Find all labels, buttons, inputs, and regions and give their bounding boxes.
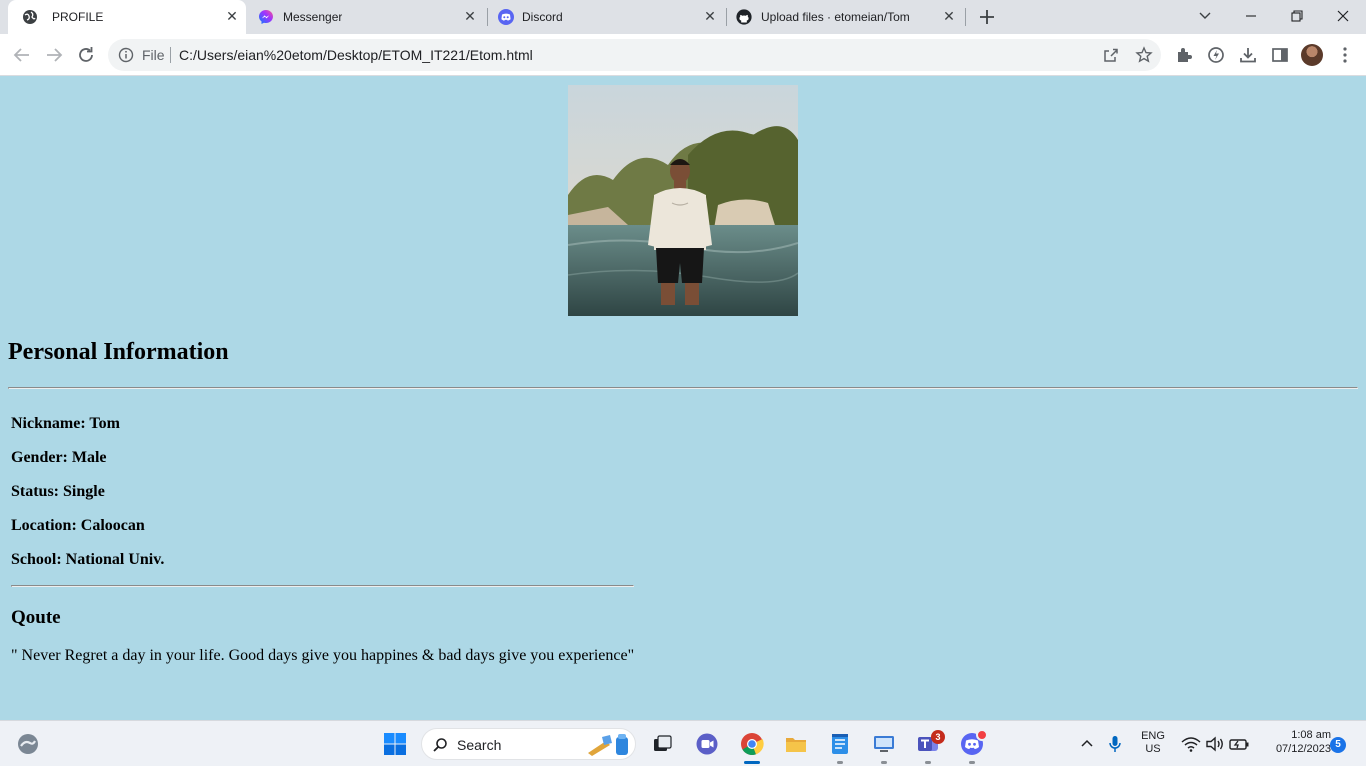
- search-icon: [433, 738, 447, 752]
- clock[interactable]: 1:08 am 07/12/2023: [1255, 729, 1331, 755]
- quote-text: " Never Regret a day in your life. Good …: [11, 647, 635, 664]
- close-tab-icon[interactable]: ✕: [224, 8, 240, 24]
- remote-desktop-icon[interactable]: [872, 732, 896, 756]
- profile-photo: [568, 85, 798, 316]
- download-icon[interactable]: [1237, 44, 1259, 66]
- side-panel-icon[interactable]: [1269, 44, 1291, 66]
- active-app-indicator: [744, 761, 760, 764]
- tab-discord[interactable]: Discord ✕: [488, 0, 726, 34]
- divider: [8, 387, 1358, 389]
- discord-alert-dot: [976, 729, 988, 741]
- running-app-indicator: [925, 761, 931, 764]
- tab-title: PROFILE: [52, 10, 104, 24]
- taskbar-search[interactable]: Search: [421, 728, 636, 760]
- tab-title: Messenger: [283, 10, 343, 24]
- back-arrow-icon[interactable]: [11, 44, 33, 66]
- info-status: Status: Single: [11, 483, 105, 500]
- tab-separator: [965, 8, 966, 26]
- running-app-indicator: [969, 761, 975, 764]
- forward-arrow-icon[interactable]: [43, 44, 65, 66]
- microphone-icon[interactable]: [1103, 732, 1127, 756]
- battery-icon[interactable]: [1227, 732, 1251, 756]
- extensions-puzzle-icon[interactable]: [1173, 44, 1195, 66]
- chrome-icon[interactable]: [740, 732, 764, 756]
- search-highlight-icon: [588, 734, 628, 756]
- running-app-indicator: [837, 761, 843, 764]
- meet-chat-icon[interactable]: [695, 732, 719, 756]
- bookmark-star-icon[interactable]: [1135, 46, 1153, 64]
- tab-profile[interactable]: PROFILE ✕: [8, 0, 246, 34]
- clock-time: 1:08 am: [1291, 729, 1331, 741]
- divider: [11, 585, 634, 587]
- tab-search-chevron-icon[interactable]: [1193, 4, 1217, 28]
- scheme-label: File: [142, 47, 165, 63]
- file-explorer-icon[interactable]: [784, 732, 808, 756]
- minimize-icon[interactable]: [1239, 4, 1263, 28]
- search-label: Search: [457, 737, 502, 753]
- globe-icon: [23, 10, 37, 24]
- quote-heading: Qoute: [11, 607, 61, 628]
- restore-icon[interactable]: [1285, 4, 1309, 28]
- url-text[interactable]: C:/Users/eian%20etom/Desktop/ETOM_IT221/…: [179, 47, 533, 63]
- close-window-icon[interactable]: [1331, 4, 1355, 28]
- volume-icon[interactable]: [1203, 732, 1227, 756]
- tab-title: Upload files · etomeian/Tom: [761, 10, 910, 24]
- start-windows-icon[interactable]: [383, 732, 407, 756]
- wifi-icon[interactable]: [1179, 732, 1203, 756]
- messenger-icon: [259, 10, 273, 24]
- omnibox-divider: [170, 47, 171, 63]
- language-indicator[interactable]: ENG US: [1135, 730, 1171, 755]
- task-view-icon[interactable]: [650, 732, 674, 756]
- new-tab-plus-icon[interactable]: [976, 6, 998, 28]
- info-school: School: National Univ.: [11, 551, 165, 568]
- clock-date: 07/12/2023: [1275, 743, 1331, 755]
- tab-github[interactable]: Upload files · etomeian/Tom ✕: [727, 0, 965, 34]
- widgets-icon[interactable]: [16, 732, 40, 756]
- running-app-indicator: [881, 761, 887, 764]
- notepad-icon[interactable]: [828, 732, 852, 756]
- close-tab-icon[interactable]: ✕: [941, 8, 957, 24]
- info-location: Location: Caloocan: [11, 517, 145, 534]
- tab-title: Discord: [522, 10, 563, 24]
- share-icon[interactable]: [1102, 46, 1120, 64]
- notification-count-badge[interactable]: 5: [1330, 737, 1346, 753]
- close-tab-icon[interactable]: ✕: [462, 8, 478, 24]
- info-nickname: Nickname: Tom: [11, 415, 120, 432]
- taskbar: Search 3 ENG US 1:08 am 07/12/2023 5: [0, 720, 1366, 766]
- address-bar[interactable]: File C:/Users/eian%20etom/Desktop/ETOM_I…: [108, 39, 1161, 71]
- region-label: US: [1145, 743, 1161, 755]
- site-info-icon[interactable]: [118, 47, 134, 63]
- page-content: Personal Information Nickname: Tom Gende…: [0, 77, 1366, 720]
- reload-icon[interactable]: [75, 44, 97, 66]
- performance-icon[interactable]: [1205, 44, 1227, 66]
- profile-avatar[interactable]: [1301, 44, 1323, 66]
- info-gender: Gender: Male: [11, 449, 107, 466]
- close-tab-icon[interactable]: ✕: [702, 8, 718, 24]
- github-icon: [736, 9, 752, 25]
- page-heading: Personal Information: [8, 339, 229, 365]
- tab-messenger[interactable]: Messenger ✕: [248, 0, 486, 34]
- teams-badge: 3: [931, 730, 945, 744]
- language-label: ENG: [1141, 730, 1165, 742]
- discord-icon: [498, 9, 514, 25]
- browser-toolbar: File C:/Users/eian%20etom/Desktop/ETOM_I…: [0, 34, 1366, 76]
- tab-strip: PROFILE ✕ Messenger ✕ Discord ✕ Upload f…: [0, 0, 1366, 34]
- show-hidden-icons-chevron-icon[interactable]: [1075, 732, 1099, 756]
- kebab-menu-icon[interactable]: [1334, 44, 1356, 66]
